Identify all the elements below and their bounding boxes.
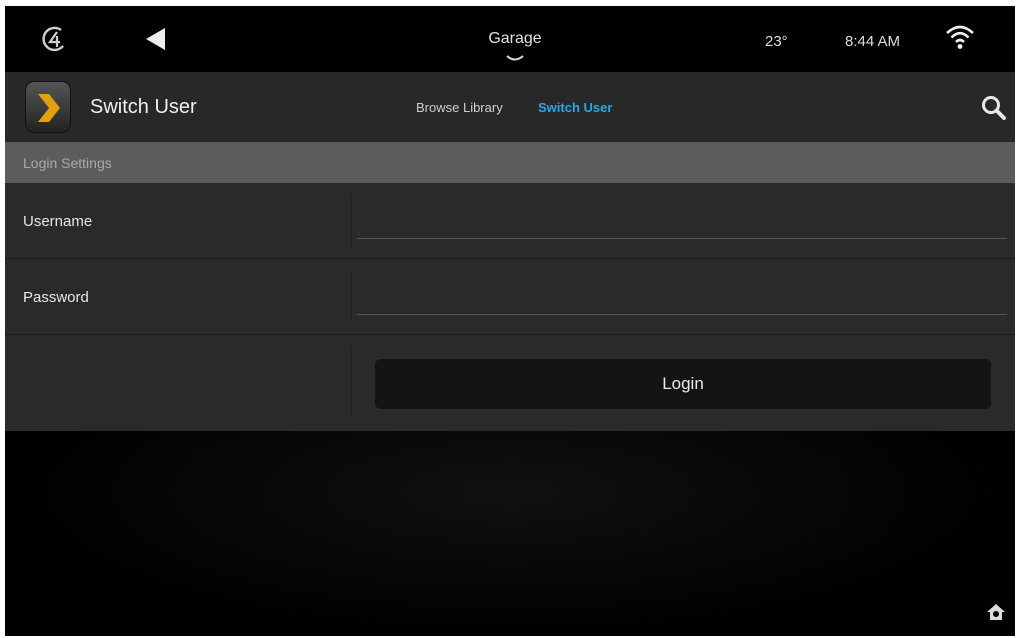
search-icon[interactable] xyxy=(980,94,1008,122)
background-area xyxy=(5,431,1015,636)
temperature-readout: 23° xyxy=(765,33,788,50)
status-bar: Garage 23° 8:44 AM xyxy=(5,6,1015,72)
section-header: Login Settings xyxy=(5,142,1015,183)
chevron-down-icon[interactable] xyxy=(505,54,525,64)
tab-browse-library[interactable]: Browse Library xyxy=(416,100,503,115)
app-screen: Garage 23° 8:44 AM Switch User Browse Li… xyxy=(5,6,1015,636)
password-field[interactable] xyxy=(357,285,1007,315)
app-bar: Switch User Browse Library Switch User xyxy=(5,72,1015,142)
section-title: Login Settings xyxy=(23,155,112,171)
login-row: Login xyxy=(5,335,1015,431)
tab-switch-user[interactable]: Switch User xyxy=(538,100,612,115)
username-label: Username xyxy=(23,213,93,230)
location-label[interactable]: Garage xyxy=(445,30,585,48)
home-settings-icon[interactable] xyxy=(985,601,1007,623)
logo-icon[interactable] xyxy=(41,24,69,54)
password-row: Password xyxy=(5,259,1015,335)
row-divider xyxy=(351,195,352,247)
password-label: Password xyxy=(23,289,89,306)
username-field[interactable] xyxy=(357,209,1007,239)
row-divider xyxy=(351,271,352,323)
wifi-icon xyxy=(946,25,974,49)
login-button[interactable]: Login xyxy=(375,359,991,409)
clock-readout: 8:44 AM xyxy=(845,33,901,50)
row-divider xyxy=(351,347,352,417)
page-title: Switch User xyxy=(90,96,197,118)
username-row: Username xyxy=(5,183,1015,259)
back-icon[interactable] xyxy=(143,26,167,52)
plex-icon[interactable] xyxy=(25,81,71,133)
